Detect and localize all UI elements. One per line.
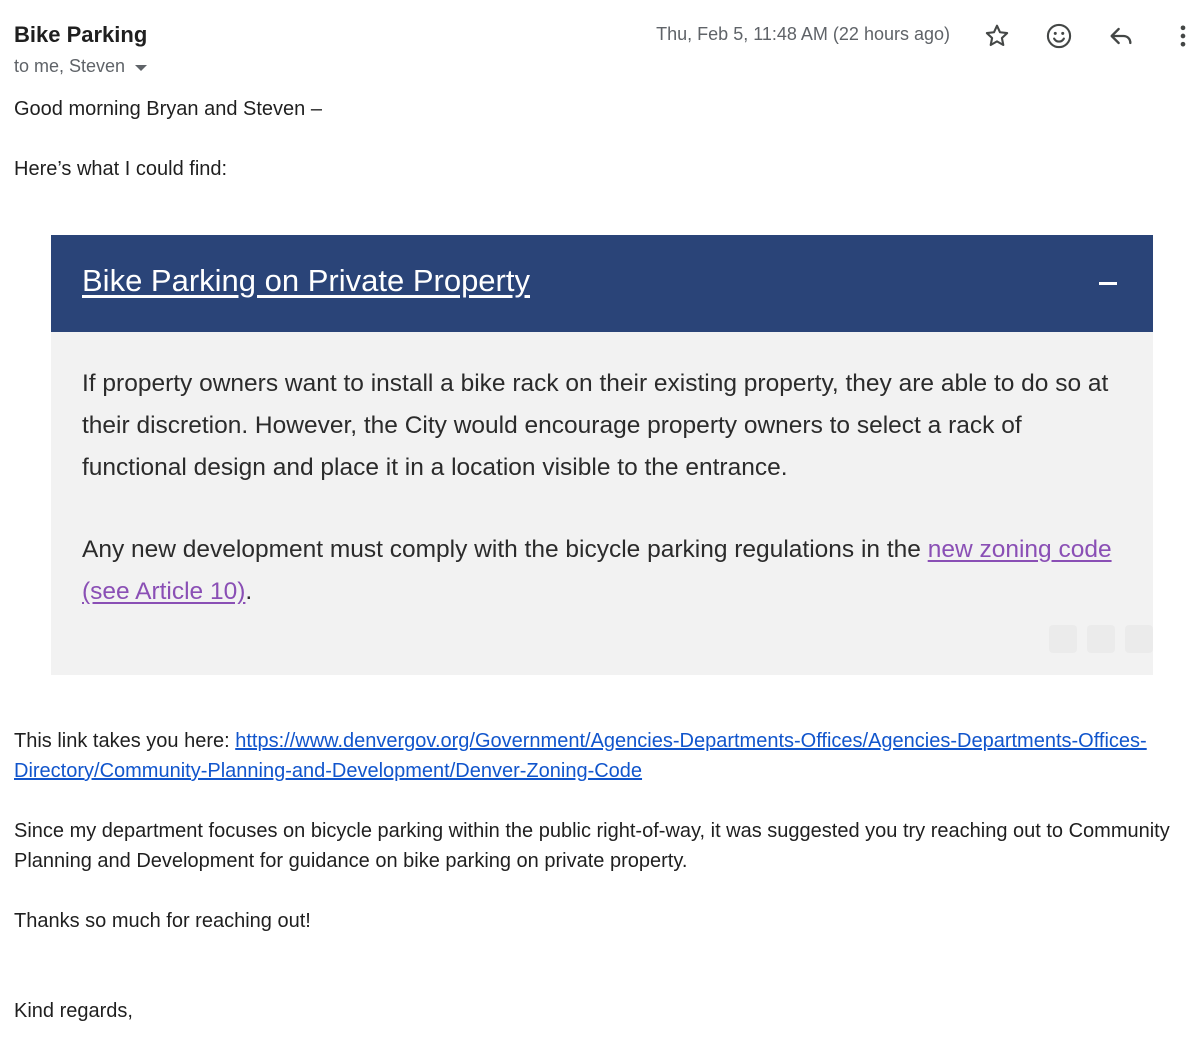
- more-options-button[interactable]: [1161, 14, 1200, 58]
- link-paragraph: This link takes you here: https://www.de…: [14, 726, 1184, 786]
- recipients-row[interactable]: to me, Steven: [14, 56, 148, 77]
- emoji-icon: [1046, 23, 1072, 49]
- star-button[interactable]: [975, 14, 1019, 58]
- department-paragraph: Since my department focuses on bicycle p…: [14, 820, 1170, 872]
- star-icon: [985, 24, 1009, 47]
- signoff-text: Kind regards,: [14, 1000, 133, 1022]
- accordion-paragraph-2: Any new development must comply with the…: [82, 529, 1122, 613]
- reply-icon: [1110, 27, 1132, 45]
- faint-control-icon: [1087, 625, 1115, 653]
- recipients-label: to me, Steven: [14, 56, 126, 76]
- minus-icon[interactable]: [1099, 282, 1117, 285]
- thanks-text: Thanks so much for reaching out!: [14, 910, 311, 932]
- reply-button[interactable]: [1099, 14, 1143, 58]
- link-prefix: This link takes you here:: [14, 730, 236, 752]
- faint-control-icon: [1049, 625, 1077, 653]
- greeting-text: Good morning Bryan and Steven –: [14, 98, 322, 120]
- faint-control-icon: [1125, 625, 1153, 653]
- email-timestamp: Thu, Feb 5, 11:48 AM (22 hours ago): [656, 24, 950, 44]
- more-vert-icon: [1180, 25, 1186, 47]
- intro-text: Here’s what I could find:: [14, 158, 228, 180]
- email-subject: Bike Parking: [14, 22, 148, 47]
- chevron-down-icon[interactable]: [135, 64, 148, 71]
- accordion-paragraph-1: If property owners want to install a bik…: [82, 370, 1109, 481]
- paragraph-2-end: .: [245, 578, 253, 605]
- paragraph-2-text: Any new development must comply with the…: [82, 536, 928, 563]
- emoji-button[interactable]: [1037, 14, 1081, 58]
- embedded-screenshot: Bike Parking on Private Property If prop…: [51, 235, 1153, 675]
- faint-controls: [1049, 625, 1153, 653]
- accordion-header[interactable]: Bike Parking on Private Property: [51, 235, 1153, 332]
- accordion-title-link[interactable]: Bike Parking on Private Property: [82, 263, 530, 299]
